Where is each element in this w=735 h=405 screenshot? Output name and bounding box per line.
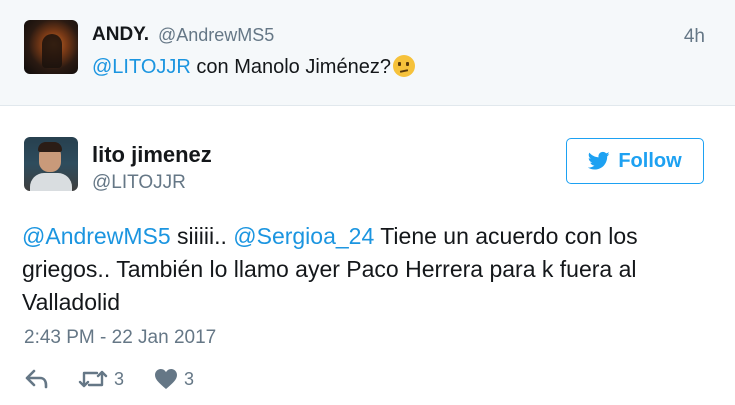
mention-andrewms5[interactable]: @AndrewMS5: [22, 223, 171, 249]
tweet-text: @AndrewMS5 siiiii.. @Sergioa_24 Tiene un…: [22, 220, 712, 319]
context-mention-link[interactable]: @LITOJJR: [92, 56, 191, 78]
context-tweet-text: @LITOJJR con Manolo Jiménez?: [92, 55, 415, 79]
retweet-button[interactable]: 3: [78, 368, 124, 390]
context-timestamp[interactable]: 4h: [684, 26, 705, 48]
tweet-text-segment: siiiii..: [170, 223, 234, 249]
author-handle[interactable]: @LITOJJR: [92, 172, 186, 194]
retweet-count: 3: [114, 368, 125, 389]
retweet-icon: [78, 370, 108, 388]
reply-context-tweet[interactable]: ANDY. @AndrewMS5 4h @LITOJJR con Manolo …: [0, 0, 735, 106]
reply-icon: [25, 369, 48, 389]
mention-sergioa-24[interactable]: @Sergioa_24: [233, 223, 374, 249]
andy-avatar[interactable]: [24, 20, 78, 74]
tweet-timestamp[interactable]: 2:43 PM - 22 Jan 2017: [24, 327, 216, 349]
like-count: 3: [184, 368, 195, 389]
heart-icon: [155, 369, 177, 389]
context-author-handle[interactable]: @AndrewMS5: [158, 25, 274, 46]
follow-button-label: Follow: [618, 149, 682, 172]
twitter-bird-icon: [588, 151, 610, 170]
lito-jimenez-avatar[interactable]: [24, 137, 78, 191]
author-name[interactable]: lito jimenez: [92, 142, 212, 168]
context-text-body: con Manolo Jiménez?: [190, 56, 391, 78]
reply-button[interactable]: [24, 368, 50, 390]
context-author-name[interactable]: ANDY.: [92, 24, 149, 46]
thinking-face-emoji-icon: [392, 55, 415, 77]
like-button[interactable]: 3: [154, 368, 194, 390]
follow-button[interactable]: Follow: [566, 138, 704, 184]
